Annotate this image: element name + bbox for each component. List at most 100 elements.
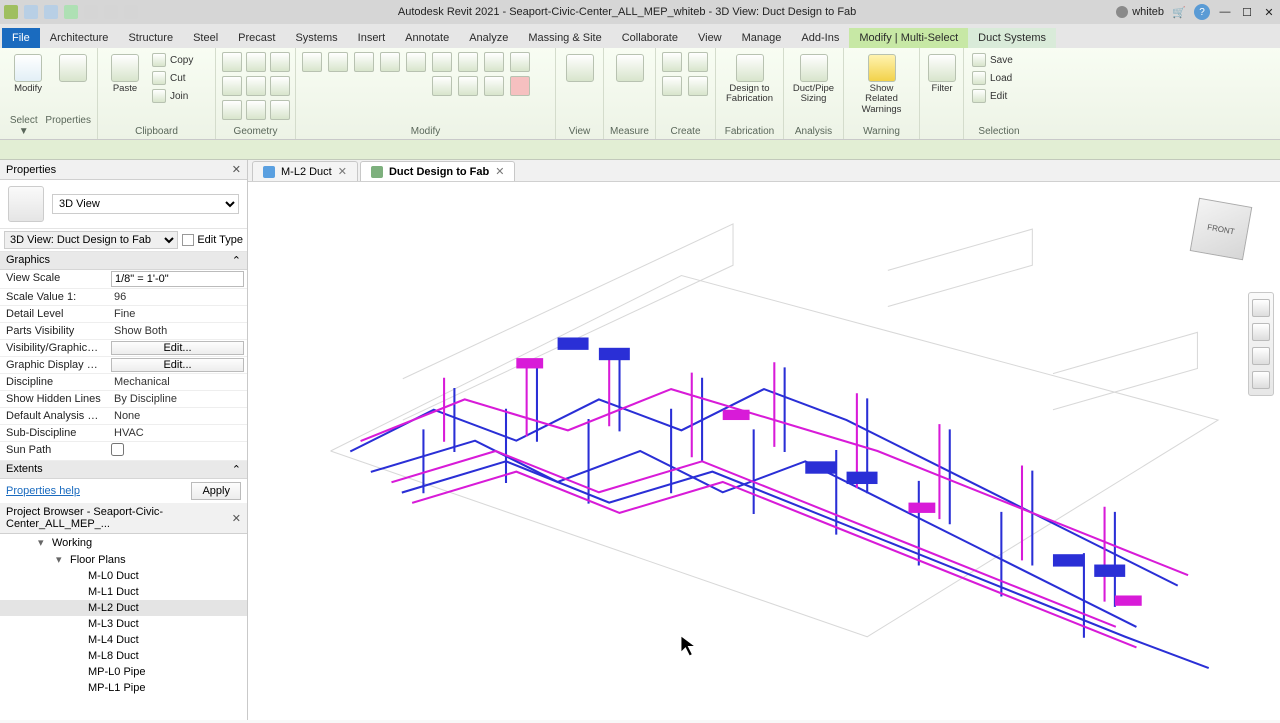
create-2[interactable] — [688, 52, 708, 72]
view-tool[interactable] — [562, 52, 597, 84]
vg-edit-button[interactable]: Edit... — [111, 341, 244, 355]
trim-button[interactable] — [484, 52, 504, 72]
group-extents[interactable]: Extents⌃ — [0, 461, 247, 479]
tab-annotate[interactable]: Annotate — [395, 28, 459, 48]
browser-item-7[interactable]: MP-L1 Pipe — [0, 680, 247, 696]
geo-tool-7[interactable] — [222, 100, 242, 120]
tab-addins[interactable]: Add-Ins — [791, 28, 849, 48]
tab-systems[interactable]: Systems — [285, 28, 347, 48]
apply-button[interactable]: Apply — [191, 482, 241, 500]
open-icon[interactable] — [24, 5, 38, 19]
filter-button[interactable]: Filter — [926, 52, 958, 96]
geo-tool-3[interactable] — [270, 52, 290, 72]
copy-tool-button[interactable] — [406, 52, 426, 72]
viewcube[interactable]: FRONT — [1186, 194, 1256, 264]
project-browser-tree[interactable]: Working Floor Plans M-L0 Duct M-L1 Duct … — [0, 534, 247, 720]
app-icon[interactable] — [4, 5, 18, 19]
browser-item-5[interactable]: M-L8 Duct — [0, 648, 247, 664]
view-tab-2-close[interactable]: ✕ — [495, 165, 504, 178]
offset-button[interactable] — [328, 52, 348, 72]
discipline-value[interactable]: Mechanical — [111, 375, 244, 389]
tab-insert[interactable]: Insert — [348, 28, 396, 48]
drawing-canvas[interactable]: FRONT — [248, 182, 1280, 720]
properties-button[interactable] — [54, 52, 91, 84]
user-display[interactable]: whiteb — [1116, 6, 1164, 18]
join-button[interactable]: Join — [150, 88, 195, 104]
tab-structure[interactable]: Structure — [118, 28, 183, 48]
properties-help-link[interactable]: Properties help — [6, 485, 80, 497]
view-tab-1[interactable]: M-L2 Duct ✕ — [252, 161, 358, 181]
load-selection-button[interactable]: Load — [970, 70, 1015, 86]
instance-dropdown[interactable]: 3D View: Duct Design to Fab — [4, 231, 178, 249]
view-tab-1-close[interactable]: ✕ — [338, 165, 347, 178]
unpin-button[interactable] — [458, 76, 478, 96]
redo-icon[interactable] — [104, 5, 118, 19]
help-icon[interactable]: ? — [1194, 4, 1210, 20]
cut-button[interactable]: Cut — [150, 70, 195, 86]
show-warnings-button[interactable]: Show Related Warnings — [850, 52, 913, 117]
nav-orbit-icon[interactable] — [1252, 371, 1270, 389]
close-button[interactable]: ✕ — [1262, 5, 1276, 19]
create-1[interactable] — [662, 52, 682, 72]
project-browser-close-button[interactable]: ✕ — [232, 512, 241, 525]
type-dropdown[interactable]: 3D View — [52, 194, 239, 214]
detail-level-value[interactable]: Fine — [111, 307, 244, 321]
tab-manage[interactable]: Manage — [732, 28, 792, 48]
save-selection-button[interactable]: Save — [970, 52, 1015, 68]
viewcube-face[interactable]: FRONT — [1190, 198, 1253, 261]
browser-item-3[interactable]: M-L3 Duct — [0, 616, 247, 632]
parts-vis-value[interactable]: Show Both — [111, 324, 244, 338]
gdo-edit-button[interactable]: Edit... — [111, 358, 244, 372]
nav-wheel-icon[interactable] — [1252, 299, 1270, 317]
print-icon[interactable] — [124, 5, 138, 19]
browser-item-1[interactable]: M-L1 Duct — [0, 584, 247, 600]
edit-selection-button[interactable]: Edit — [970, 88, 1015, 104]
browser-item-0[interactable]: M-L0 Duct — [0, 568, 247, 584]
save-icon[interactable] — [44, 5, 58, 19]
geo-tool-5[interactable] — [246, 76, 266, 96]
tab-modify-multiselect[interactable]: Modify | Multi-Select — [849, 28, 968, 48]
tab-collaborate[interactable]: Collaborate — [612, 28, 688, 48]
properties-close-button[interactable]: ✕ — [232, 163, 241, 176]
subdisc-value[interactable]: HVAC — [111, 426, 244, 440]
edit-type-button[interactable]: Edit Type — [182, 234, 243, 246]
type-selector[interactable]: 3D View — [0, 180, 247, 229]
split-button[interactable] — [510, 52, 530, 72]
measure-tool[interactable] — [610, 52, 649, 84]
geo-tool-6[interactable] — [270, 76, 290, 96]
align-button[interactable] — [302, 52, 322, 72]
browser-item-2[interactable]: M-L2 Duct — [0, 600, 247, 616]
geo-tool-9[interactable] — [270, 100, 290, 120]
node-floor-plans[interactable]: Floor Plans — [0, 551, 247, 568]
hidden-value[interactable]: By Discipline — [111, 392, 244, 406]
tab-architecture[interactable]: Architecture — [40, 28, 119, 48]
tab-steel[interactable]: Steel — [183, 28, 228, 48]
create-4[interactable] — [688, 76, 708, 96]
array-button[interactable] — [432, 52, 452, 72]
geo-tool-1[interactable] — [222, 52, 242, 72]
node-working[interactable]: Working — [0, 534, 247, 551]
sync-icon[interactable] — [64, 5, 78, 19]
cart-icon[interactable]: 🛒 — [1172, 5, 1186, 19]
nav-zoom-icon[interactable] — [1252, 347, 1270, 365]
create-3[interactable] — [662, 76, 682, 96]
copy-button[interactable]: Copy — [150, 52, 195, 68]
pin-button[interactable] — [432, 76, 452, 96]
rotate-button[interactable] — [458, 52, 478, 72]
delete-button[interactable] — [510, 76, 530, 96]
mirror-button[interactable] — [354, 52, 374, 72]
view-scale-field[interactable] — [111, 271, 244, 287]
dad-value[interactable]: None — [111, 409, 244, 423]
geo-tool-2[interactable] — [246, 52, 266, 72]
group-graphics[interactable]: Graphics⌃ — [0, 252, 247, 270]
tab-duct-systems[interactable]: Duct Systems — [968, 28, 1056, 48]
modify-button[interactable]: Modify — [6, 52, 50, 96]
restore-button[interactable]: ☐ — [1240, 5, 1254, 19]
design-to-fab-button[interactable]: Design to Fabrication — [722, 52, 777, 107]
scale-button[interactable] — [484, 76, 504, 96]
duct-pipe-sizing-button[interactable]: Duct/Pipe Sizing — [790, 52, 837, 107]
tab-view[interactable]: View — [688, 28, 732, 48]
tab-file[interactable]: File — [2, 28, 40, 48]
geo-tool-4[interactable] — [222, 76, 242, 96]
paste-button[interactable]: Paste — [104, 52, 146, 96]
